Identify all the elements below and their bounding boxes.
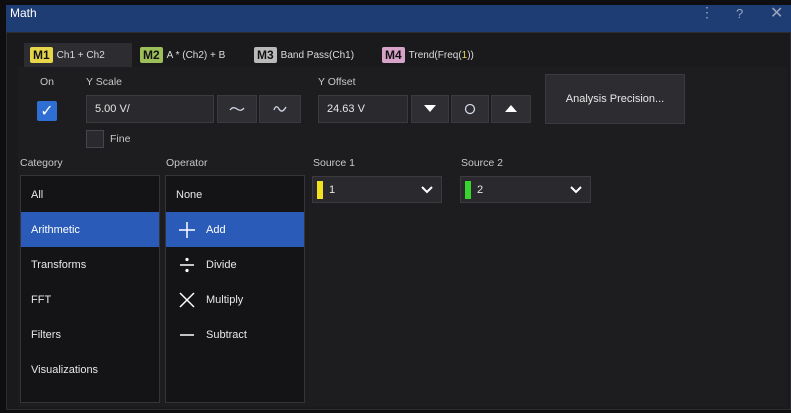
operator-item-add[interactable]: Add bbox=[166, 212, 304, 247]
wave-coarse-icon bbox=[229, 107, 245, 111]
chevron-down-icon bbox=[421, 185, 433, 193]
tab-m3[interactable]: M3 Band Pass(Ch1) bbox=[248, 43, 374, 67]
operator-item-none[interactable]: None bbox=[166, 177, 304, 212]
source-1-dropdown[interactable]: 1 bbox=[312, 176, 442, 203]
category-item-all[interactable]: All bbox=[21, 177, 159, 212]
divide-icon bbox=[176, 255, 198, 275]
y-offset-up-button[interactable] bbox=[491, 95, 531, 123]
multiply-icon bbox=[176, 290, 198, 310]
operator-item-multiply[interactable]: Multiply bbox=[166, 282, 304, 317]
tab-badge: M4 bbox=[382, 47, 405, 63]
category-item-arithmetic[interactable]: Arithmetic bbox=[21, 212, 159, 247]
triangle-down-icon bbox=[424, 105, 436, 112]
source-2-label: Source 2 bbox=[461, 157, 504, 169]
source-1-label: Source 1 bbox=[313, 157, 356, 169]
operator-header: Operator bbox=[166, 157, 208, 169]
more-options-icon[interactable]: ⋮ bbox=[700, 4, 714, 21]
y-scale-decrease-button[interactable] bbox=[217, 95, 257, 123]
tab-label: A * (Ch2) + B bbox=[166, 49, 226, 61]
help-icon[interactable]: ? bbox=[736, 6, 743, 21]
minus-icon bbox=[176, 325, 198, 345]
fine-label: Fine bbox=[110, 133, 131, 145]
category-item-transforms[interactable]: Transforms bbox=[21, 247, 159, 282]
on-checkbox[interactable]: ✓ bbox=[37, 101, 57, 121]
operator-label: Subtract bbox=[206, 328, 247, 341]
operator-label: Multiply bbox=[206, 293, 244, 306]
category-item-fft[interactable]: FFT bbox=[21, 282, 159, 317]
tab-badge: M3 bbox=[254, 47, 277, 63]
math-tab-bar: M1 Ch1 + Ch2 M2 A * (Ch2) + B M3 Band Pa… bbox=[18, 43, 508, 67]
source-1-color-swatch bbox=[317, 180, 323, 199]
operator-list: None Add Divide Multiply Subtract bbox=[165, 175, 305, 403]
operator-label: Divide bbox=[206, 258, 237, 271]
fine-checkbox[interactable] bbox=[86, 130, 104, 148]
y-offset-zero-button[interactable] bbox=[451, 95, 489, 123]
tab-m1[interactable]: M1 Ch1 + Ch2 bbox=[24, 43, 132, 67]
y-offset-down-button[interactable] bbox=[411, 95, 449, 123]
operator-label: Add bbox=[206, 223, 226, 236]
operator-item-divide[interactable]: Divide bbox=[166, 247, 304, 282]
category-item-visualizations[interactable]: Visualizations bbox=[21, 352, 159, 387]
y-offset-input[interactable]: 24.63 V bbox=[318, 95, 408, 123]
title-bar bbox=[6, 5, 791, 32]
category-item-filters[interactable]: Filters bbox=[21, 317, 159, 352]
category-header: Category bbox=[20, 157, 63, 169]
window-title: Math bbox=[10, 6, 37, 20]
y-offset-label: Y Offset bbox=[318, 76, 356, 88]
tab-badge: M1 bbox=[30, 47, 53, 63]
plus-icon bbox=[176, 220, 198, 240]
tab-m4[interactable]: M4 Trend(Freq(1)) bbox=[376, 43, 500, 67]
operator-item-subtract[interactable]: Subtract bbox=[166, 317, 304, 352]
analysis-precision-button[interactable]: Analysis Precision... bbox=[545, 74, 685, 124]
on-label: On bbox=[40, 76, 55, 88]
wave-fine-icon bbox=[273, 106, 287, 112]
source-1-value: 1 bbox=[329, 183, 336, 196]
source-2-color-swatch bbox=[465, 180, 471, 199]
source-2-dropdown[interactable]: 2 bbox=[460, 176, 591, 203]
chevron-down-icon bbox=[570, 185, 582, 193]
close-icon[interactable]: ✕ bbox=[770, 3, 783, 23]
tab-badge: M2 bbox=[140, 47, 163, 63]
tab-label: Band Pass(Ch1) bbox=[280, 49, 355, 61]
tab-label: Ch1 + Ch2 bbox=[56, 49, 105, 61]
category-list: All Arithmetic Transforms FFT Filters Vi… bbox=[20, 175, 160, 403]
tab-m2[interactable]: M2 A * (Ch2) + B bbox=[134, 43, 246, 67]
y-scale-input[interactable]: 5.00 V/ bbox=[86, 95, 214, 123]
triangle-up-icon bbox=[505, 105, 517, 112]
y-scale-label: Y Scale bbox=[86, 76, 122, 88]
operator-label: None bbox=[176, 188, 203, 201]
tab-label: Trend(Freq(1)) bbox=[408, 49, 474, 61]
y-scale-increase-button[interactable] bbox=[259, 95, 301, 123]
source-2-value: 2 bbox=[477, 183, 484, 196]
circle-icon bbox=[464, 103, 476, 115]
